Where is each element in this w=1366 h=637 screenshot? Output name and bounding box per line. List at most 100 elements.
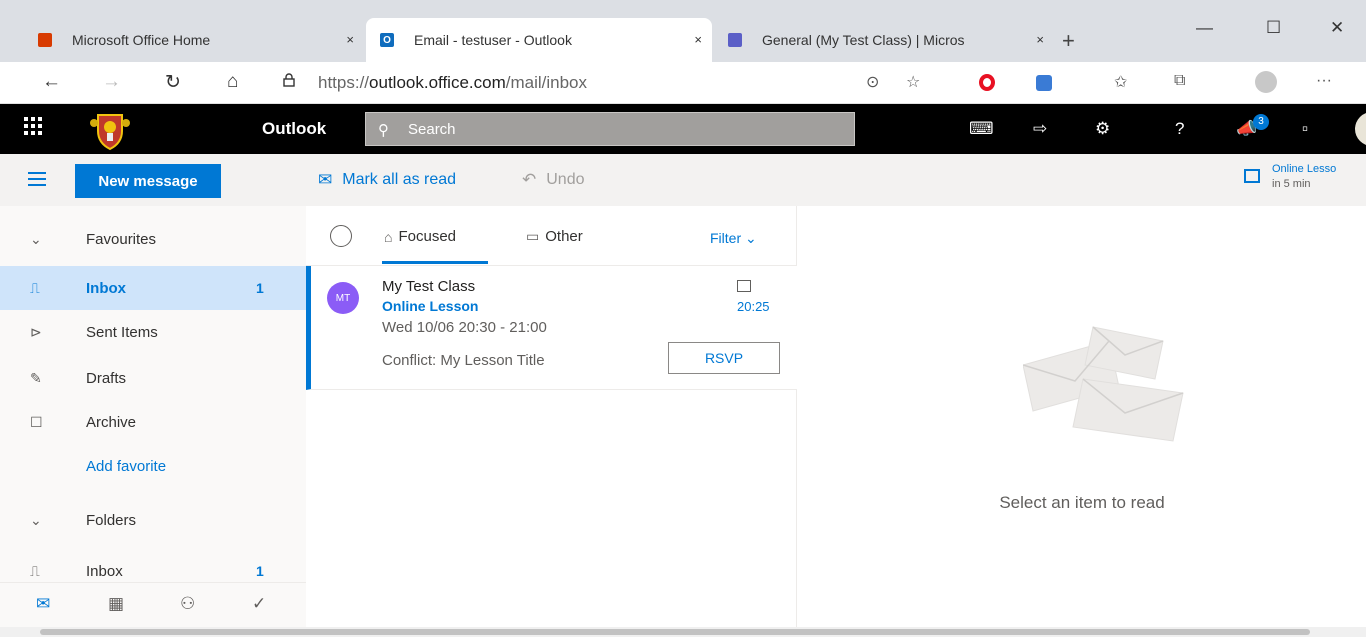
chevron-down-icon: ⌄: [30, 230, 42, 247]
url-field[interactable]: https://outlook.office.com/mail/inbox: [318, 73, 587, 93]
folder-label: Sent Items: [86, 323, 158, 341]
teams-icon: [728, 33, 742, 47]
empty-mail-illustration: [1023, 326, 1184, 442]
favourites-header[interactable]: ⌄ Favourites: [0, 217, 306, 261]
undo-label: Undo: [546, 171, 585, 188]
calendar-icon[interactable]: ▦: [108, 594, 124, 614]
collections-icon[interactable]: ⧉: [1174, 72, 1185, 90]
mark-all-read-button[interactable]: ✉ Mark all as read: [318, 170, 456, 190]
people-icon[interactable]: ⚇: [180, 594, 195, 614]
active-tab-indicator: [382, 261, 488, 264]
send-icon: ⊳: [30, 323, 42, 340]
browser-tab-office-home[interactable]: Microsoft Office Home ×: [24, 18, 364, 62]
search-icon: ⚲: [378, 122, 389, 139]
favorites-icon[interactable]: ✩: [1114, 72, 1127, 92]
mark-all-read-label: Mark all as read: [342, 171, 457, 188]
folders-header[interactable]: ⌄ Folders: [0, 498, 306, 542]
received-time: 20:25: [737, 299, 770, 314]
tracking-prevention-icon[interactable]: ⊙: [866, 72, 879, 92]
archive-icon: ☐: [30, 413, 43, 430]
minimize-icon[interactable]: —: [1196, 18, 1213, 38]
extension-icon[interactable]: [1036, 75, 1052, 91]
folder-item-inbox[interactable]: ⎍ Inbox 1: [0, 266, 306, 310]
maximize-icon[interactable]: ☐: [1266, 18, 1281, 38]
forward-icon[interactable]: →: [102, 71, 121, 93]
profile-avatar[interactable]: [1255, 71, 1277, 93]
search-placeholder: Search: [408, 121, 456, 138]
search-input[interactable]: ⚲ Search: [365, 112, 855, 146]
focused-icon: ⌂: [384, 228, 393, 245]
browser-address-bar: ← → ↻ ⌂ https://outlook.office.com/mail/…: [0, 62, 1366, 104]
empty-reading-text: Select an item to read: [999, 493, 1165, 512]
help-icon[interactable]: ?: [1175, 119, 1184, 139]
favourites-label: Favourites: [86, 230, 157, 248]
tab-label: Email - testuser - Outlook: [414, 32, 572, 48]
feedback-icon[interactable]: ▫: [1302, 119, 1308, 139]
focused-label: Focused: [398, 228, 457, 245]
app-title[interactable]: Outlook: [262, 119, 326, 139]
folder-item-inbox-all[interactable]: ⎍ Inbox 1: [0, 549, 306, 582]
favorite-star-icon[interactable]: ☆: [906, 72, 920, 92]
tab-label: General (My Test Class) | Micros: [762, 32, 965, 48]
message-item[interactable]: MT My Test Class Online Lesson Wed 10/06…: [306, 266, 797, 390]
select-all-checkbox[interactable]: [330, 225, 352, 247]
back-icon[interactable]: ←: [42, 71, 61, 93]
hamburger-menu-icon[interactable]: [28, 172, 46, 186]
chat-icon[interactable]: ⌨: [969, 119, 994, 139]
folders-label: Folders: [86, 511, 137, 529]
calendar-icon: [1244, 169, 1260, 183]
folder-label: Inbox: [86, 562, 123, 580]
unread-count: 1: [256, 563, 264, 579]
more-icon[interactable]: ···: [1316, 72, 1332, 90]
close-tab-icon[interactable]: ×: [1036, 32, 1044, 47]
opera-extension-icon[interactable]: [979, 74, 995, 91]
tasks-icon[interactable]: ✓: [252, 594, 266, 614]
rsvp-button[interactable]: RSVP: [668, 342, 780, 374]
new-tab-icon[interactable]: +: [1062, 28, 1075, 54]
reminder-subtitle: in 5 min: [1272, 178, 1311, 190]
module-switcher: ✉ ▦ ⚇ ✓: [0, 582, 306, 627]
reminder-title: Online Lesso: [1272, 163, 1337, 175]
settings-icon[interactable]: ⚙: [1095, 119, 1110, 139]
tab-focused[interactable]: ⌂ Focused: [384, 228, 456, 245]
sender-avatar: MT: [327, 282, 359, 314]
folder-label: Archive: [86, 413, 137, 431]
folder-label: Drafts: [86, 369, 127, 387]
event-time: Wed 10/06 20:30 - 21:00: [382, 319, 547, 336]
folder-item-sent[interactable]: ⊳ Sent Items: [0, 310, 306, 354]
close-tab-icon[interactable]: ×: [694, 32, 702, 47]
home-icon[interactable]: ⌂: [227, 71, 238, 93]
close-window-icon[interactable]: ✕: [1330, 18, 1344, 38]
close-tab-icon[interactable]: ×: [346, 32, 354, 47]
browser-tab-outlook[interactable]: O Email - testuser - Outlook ×: [366, 18, 712, 62]
app-launcher-icon[interactable]: [24, 117, 42, 135]
organization-logo: [90, 114, 130, 151]
outlook-icon: O: [380, 33, 394, 47]
chevron-down-icon: ⌄: [30, 511, 42, 528]
horizontal-scrollbar[interactable]: [0, 627, 1366, 637]
scrollbar-thumb[interactable]: [40, 629, 1310, 635]
lock-icon: [283, 73, 295, 87]
browser-tab-teams[interactable]: General (My Test Class) | Micros ×: [714, 18, 1054, 62]
conflict-text: Conflict: My Lesson Title: [382, 352, 545, 369]
message-subject: Online Lesson: [382, 298, 479, 314]
tab-other[interactable]: ▭ Other: [526, 228, 583, 245]
folder-item-drafts[interactable]: ✎ Drafts: [0, 356, 306, 400]
refresh-icon[interactable]: ↻: [165, 71, 181, 94]
filter-button[interactable]: Filter ⌄: [710, 230, 757, 247]
other-label: Other: [545, 228, 583, 245]
message-list: ⌂ Focused ▭ Other Filter ⌄ MT My Test Cl…: [306, 206, 797, 627]
inbox-pivot: ⌂ Focused ▭ Other Filter ⌄: [306, 206, 797, 266]
user-avatar[interactable]: [1355, 112, 1366, 146]
reading-pane: Select an item to read: [798, 206, 1366, 627]
undo-button[interactable]: ↶ Undo: [522, 170, 585, 190]
mail-icon[interactable]: ✉: [36, 594, 50, 614]
folder-item-archive[interactable]: ☐ Archive: [0, 400, 306, 444]
new-message-button[interactable]: New message: [75, 164, 221, 198]
meeting-reminder[interactable]: Online Lesso in 5 min: [1244, 162, 1336, 192]
browser-tab-strip: Microsoft Office Home × O Email - testus…: [0, 0, 1366, 62]
add-favorite-link[interactable]: Add favorite: [0, 444, 306, 488]
my-day-icon[interactable]: ⇨: [1033, 119, 1047, 139]
folder-label: Inbox: [86, 279, 126, 297]
undo-icon: ↶: [522, 170, 537, 189]
